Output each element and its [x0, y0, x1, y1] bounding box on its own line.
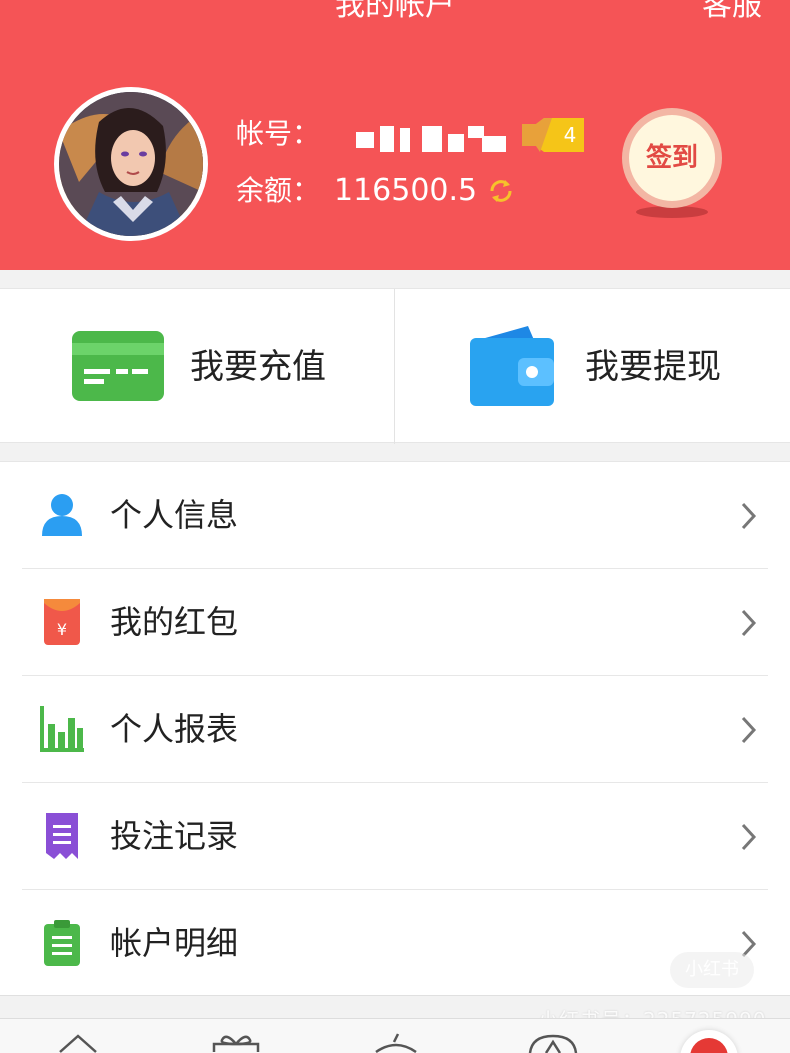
account-id-masked [356, 126, 508, 154]
recharge-button[interactable]: 我要充值 [0, 289, 394, 444]
clipboard-icon [44, 920, 80, 966]
menu-item-personal-info[interactable]: 个人信息 [0, 462, 790, 569]
red-envelope-icon: ¥ [44, 599, 80, 645]
balance-label: 余额： [236, 174, 321, 207]
customer-service-button[interactable]: 客服 [702, 0, 762, 26]
gift-icon[interactable] [208, 1032, 264, 1053]
svg-text:¥: ¥ [57, 620, 67, 639]
menu-item-label: 帐户明细 [110, 924, 239, 962]
avatar-portrait-icon [59, 92, 203, 236]
avatar[interactable] [54, 87, 208, 241]
watermark-logo: 小红书 [670, 952, 754, 988]
menu-item-label: 个人信息 [110, 496, 239, 534]
discover-icon[interactable] [526, 1032, 580, 1053]
account-label: 帐号： [236, 117, 321, 150]
balance-value: 116500.5 [334, 173, 478, 208]
refresh-icon[interactable] [486, 176, 516, 206]
menu-item-label: 投注记录 [110, 817, 239, 855]
menu-item-label: 个人报表 [110, 710, 239, 748]
chevron-right-icon [741, 823, 757, 851]
chevron-right-icon [741, 609, 757, 637]
page-title: 我的帐户 [335, 0, 455, 23]
menu-item-personal-report[interactable]: 个人报表 [0, 676, 790, 783]
receipt-icon [46, 813, 78, 859]
menu-item-red-envelope[interactable]: ¥ 我的红包 [0, 569, 790, 676]
chevron-right-icon [741, 716, 757, 744]
recharge-label: 我要充值 [190, 347, 326, 387]
home-icon[interactable] [58, 1032, 98, 1053]
checkin-button[interactable]: 签到 [622, 108, 722, 208]
withdraw-label: 我要提现 [585, 347, 721, 387]
menu-item-bet-records[interactable]: 投注记录 [0, 783, 790, 890]
lottery-ball-icon[interactable] [372, 1032, 420, 1053]
checkin-label: 签到 [629, 115, 715, 201]
account-active-icon [690, 1038, 728, 1053]
wallet-icon [470, 326, 554, 406]
person-icon [42, 494, 82, 536]
account-header: 我的帐户 客服 帐号： 4 余额： 116500.5 签到 [0, 0, 790, 270]
bank-card-icon [72, 331, 164, 401]
withdraw-button[interactable]: 我要提现 [395, 289, 789, 444]
bar-chart-icon [40, 706, 84, 752]
chevron-right-icon [741, 502, 757, 530]
menu-item-label: 我的红包 [110, 603, 239, 641]
avatar-image [59, 92, 203, 236]
level-number: 4 [563, 123, 577, 147]
vip-level-badge: 4 [522, 118, 584, 152]
menu-item-account-details[interactable]: 帐户明细 [0, 890, 790, 997]
account-menu: 个人信息 ¥ 我的红包 个人报表 投注记录 帐户明细 [0, 461, 790, 996]
